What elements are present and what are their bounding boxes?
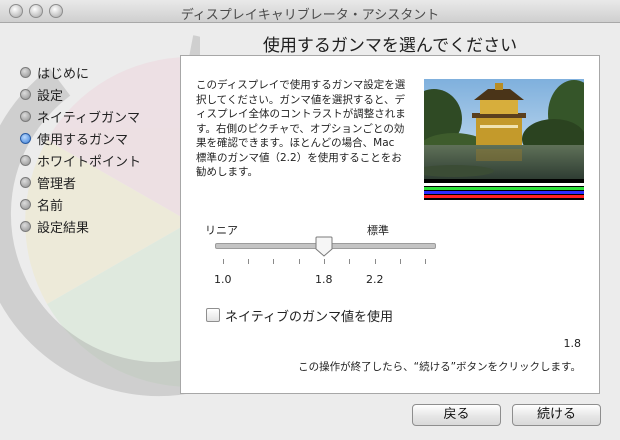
step-bullet-icon bbox=[20, 111, 31, 122]
slider-tick bbox=[425, 259, 426, 264]
description-line: ィスプレイ全体のコントラストが調整されま bbox=[196, 108, 406, 120]
tick-label: 2.2 bbox=[366, 273, 384, 286]
calibrator-window: ディスプレイキャリブレータ・アシスタント 使用するガンマを選んでください はじめ… bbox=[0, 0, 620, 440]
native-gamma-checkbox-label: ネイティブのガンマ値を使用 bbox=[225, 310, 393, 325]
step-label: 使用するガンマ bbox=[37, 133, 129, 148]
description-line: このディスプレイで使用するガンマ設定を選 bbox=[196, 79, 406, 91]
slider-tick bbox=[223, 259, 224, 264]
slider-tick bbox=[248, 259, 249, 264]
slider-label-linear: リニア bbox=[205, 224, 238, 237]
description-text: このディスプレイで使用するガンマ設定を選 択してください。ガンマ値を選択すると、… bbox=[196, 78, 421, 180]
step-bullet-icon bbox=[20, 177, 31, 188]
step-label: はじめに bbox=[37, 67, 90, 82]
gamma-slider-knob[interactable] bbox=[315, 236, 333, 257]
title-bar: ディスプレイキャリブレータ・アシスタント bbox=[0, 0, 620, 23]
step-bullet-icon bbox=[20, 221, 31, 232]
step-label: ホワイトポイント bbox=[37, 155, 142, 170]
slider-tick bbox=[273, 259, 274, 264]
slider-tick bbox=[400, 259, 401, 264]
step-label: 名前 bbox=[37, 199, 64, 214]
native-gamma-checkbox[interactable] bbox=[206, 308, 220, 322]
description-line: 択してください。ガンマ値を選択すると、デ bbox=[196, 93, 405, 106]
page-heading: 使用するガンマを選んでください bbox=[262, 36, 518, 56]
step-label: 設定結果 bbox=[37, 221, 90, 236]
continue-hint-text: この操作が終了したら、“続ける”ボタンをクリックします。 bbox=[298, 361, 581, 373]
calibrator-logo-background bbox=[0, 35, 200, 397]
step-label: 管理者 bbox=[37, 177, 77, 192]
step-label: ネイティブガンマ bbox=[37, 111, 140, 126]
description-line: 標準のガンマ値（2.2）を使用することをお bbox=[196, 151, 402, 164]
description-line: 勧めします。 bbox=[196, 166, 258, 178]
slider-tick bbox=[375, 259, 376, 264]
slider-tick bbox=[324, 259, 325, 264]
step-bullet-icon bbox=[20, 89, 31, 100]
step-bullet-icon bbox=[20, 199, 31, 210]
continue-button[interactable]: 続ける bbox=[512, 404, 601, 426]
step-current-bullet-icon bbox=[20, 133, 31, 144]
description-line: 果を確認できます。ほとんどの場合、Mac bbox=[196, 137, 395, 149]
step-bullet-icon bbox=[20, 67, 31, 78]
content-panel: このディスプレイで使用するガンマ設定を選 択してください。ガンマ値を選択すると、… bbox=[180, 55, 600, 394]
slider-label-standard: 標準 bbox=[367, 224, 389, 237]
back-button[interactable]: 戻る bbox=[412, 404, 501, 426]
window-title: ディスプレイキャリブレータ・アシスタント bbox=[180, 8, 440, 23]
step-label: 設定 bbox=[37, 89, 64, 104]
tick-label: 1.8 bbox=[315, 273, 333, 286]
step-bullet-icon bbox=[20, 155, 31, 166]
slider-tick bbox=[349, 259, 350, 264]
gamma-value-readout: 1.8 bbox=[563, 337, 582, 350]
tick-label: 1.0 bbox=[214, 273, 232, 286]
description-line: す。右側のピクチャで、オプションごとの効 bbox=[196, 122, 405, 135]
gamma-preview-picture bbox=[424, 79, 584, 200]
slider-tick bbox=[299, 259, 300, 264]
